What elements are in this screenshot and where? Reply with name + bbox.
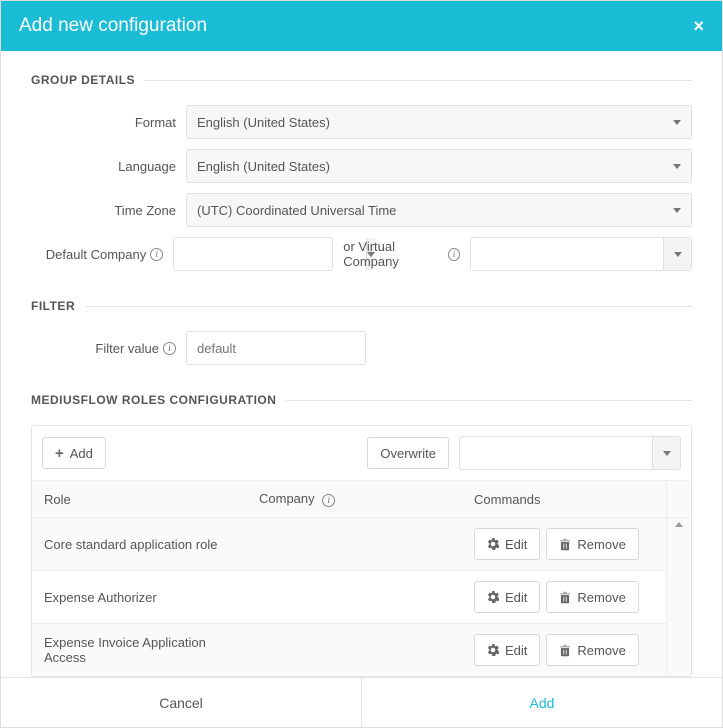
label-timezone: Time Zone — [31, 203, 186, 218]
combo-virtual-company[interactable] — [470, 237, 692, 271]
table-row: Expense Authorizer Edit Remove — [32, 571, 691, 624]
modal-body: GROUP DETAILS Format English (United Sta… — [1, 51, 722, 677]
cell-company — [247, 624, 462, 677]
section-title-text: MEDIUSFLOW ROLES CONFIGURATION — [31, 393, 276, 407]
cell-commands: Edit Remove — [462, 518, 667, 571]
remove-button[interactable]: Remove — [546, 528, 638, 560]
remove-button[interactable]: Remove — [546, 634, 638, 666]
overwrite-button[interactable]: Overwrite — [367, 437, 449, 469]
scrollbar-header — [667, 481, 692, 518]
gear-icon — [487, 538, 499, 550]
cell-company — [247, 571, 462, 624]
info-icon[interactable]: i — [322, 494, 335, 507]
select-language-value: English (United States) — [197, 159, 330, 174]
trash-icon — [559, 538, 571, 551]
input-filter-value[interactable] — [186, 331, 366, 365]
modal: Add new configuration × GROUP DETAILS Fo… — [0, 0, 723, 728]
cell-commands: Edit Remove — [462, 624, 667, 677]
modal-footer: Cancel Add — [1, 677, 722, 727]
select-timezone[interactable]: (UTC) Coordinated Universal Time — [186, 193, 692, 227]
remove-button[interactable]: Remove — [546, 581, 638, 613]
plus-icon — [55, 445, 64, 462]
label-virtual-company: or Virtual Company i — [333, 239, 470, 269]
modal-title: Add new configuration — [19, 15, 207, 37]
cell-role: Core standard application role — [32, 518, 247, 571]
chevron-down-icon — [674, 252, 682, 257]
cell-role: Expense Authorizer — [32, 571, 247, 624]
scrollbar[interactable] — [667, 518, 692, 677]
edit-button[interactable]: Edit — [474, 634, 540, 666]
combo-overwrite-target[interactable] — [459, 436, 681, 470]
modal-header: Add new configuration × — [1, 1, 722, 51]
add-role-label: Add — [70, 446, 93, 461]
combo-overwrite-toggle[interactable] — [652, 437, 680, 469]
gear-icon — [487, 591, 499, 603]
overwrite-label: Overwrite — [380, 446, 436, 461]
chevron-down-icon — [663, 451, 671, 456]
label-language: Language — [31, 159, 186, 174]
info-icon[interactable]: i — [448, 248, 460, 261]
select-format[interactable]: English (United States) — [186, 105, 692, 139]
edit-button[interactable]: Edit — [474, 581, 540, 613]
roles-box: Add Overwrite Role Company — [31, 425, 692, 677]
info-icon[interactable]: i — [150, 248, 163, 261]
gear-icon — [487, 644, 499, 656]
cell-role: Expense Invoice Application Access — [32, 624, 247, 677]
row-language: Language English (United States) — [31, 149, 692, 183]
select-timezone-value: (UTC) Coordinated Universal Time — [197, 203, 396, 218]
chevron-up-icon — [675, 522, 683, 527]
row-format: Format English (United States) — [31, 105, 692, 139]
label-default-company: Default Company i — [31, 247, 173, 262]
row-filter: Filter value i — [31, 331, 692, 365]
cell-commands: Edit Remove — [462, 571, 667, 624]
section-title-text: FILTER — [31, 299, 75, 313]
chevron-down-icon — [673, 120, 681, 125]
select-language[interactable]: English (United States) — [186, 149, 692, 183]
section-title-text: GROUP DETAILS — [31, 73, 135, 87]
col-header-commands[interactable]: Commands — [462, 481, 667, 518]
cancel-button[interactable]: Cancel — [1, 678, 361, 727]
table-row: Expense Invoice Application Access Edit — [32, 624, 691, 677]
info-icon[interactable]: i — [163, 342, 176, 355]
section-title-filter: FILTER — [31, 299, 692, 313]
section-title-roles: MEDIUSFLOW ROLES CONFIGURATION — [31, 393, 692, 407]
add-button[interactable]: Add — [361, 678, 722, 727]
label-filter-value: Filter value i — [31, 341, 186, 356]
trash-icon — [559, 591, 571, 604]
trash-icon — [559, 644, 571, 657]
edit-button[interactable]: Edit — [474, 528, 540, 560]
combo-default-company[interactable] — [173, 237, 333, 271]
close-icon[interactable]: × — [693, 17, 704, 35]
input-overwrite-target[interactable] — [460, 437, 652, 469]
roles-table: Role Company i Commands Core standard ap… — [32, 480, 691, 676]
row-timezone: Time Zone (UTC) Coordinated Universal Ti… — [31, 193, 692, 227]
combo-virtual-company-toggle[interactable] — [663, 238, 691, 270]
roles-toolbar: Add Overwrite — [32, 426, 691, 480]
section-title-group-details: GROUP DETAILS — [31, 73, 692, 87]
chevron-down-icon — [673, 208, 681, 213]
table-row: Core standard application role Edit — [32, 518, 691, 571]
select-format-value: English (United States) — [197, 115, 330, 130]
col-header-role[interactable]: Role — [32, 481, 247, 518]
add-role-button[interactable]: Add — [42, 437, 106, 469]
row-companies: Default Company i or Virtual Company i — [31, 237, 692, 271]
cell-company — [247, 518, 462, 571]
chevron-down-icon — [673, 164, 681, 169]
input-virtual-company[interactable] — [471, 238, 663, 270]
label-format: Format — [31, 115, 186, 130]
col-header-company[interactable]: Company i — [247, 481, 462, 518]
